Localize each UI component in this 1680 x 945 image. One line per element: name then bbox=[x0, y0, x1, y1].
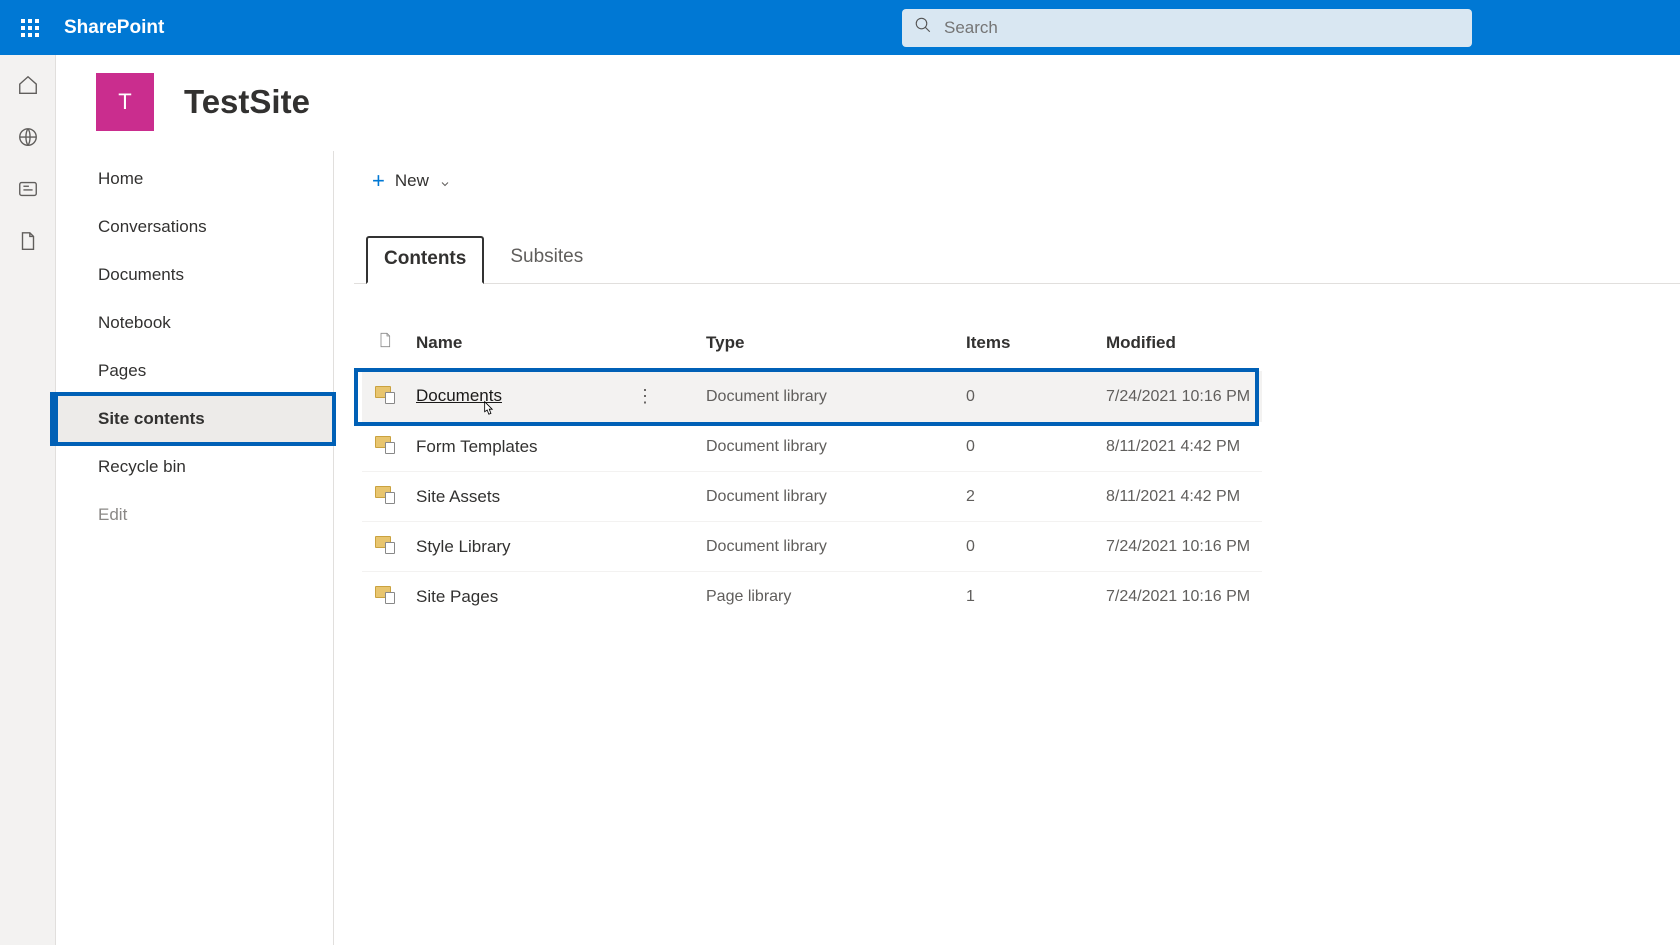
search-icon bbox=[914, 16, 932, 39]
row-items: 0 bbox=[958, 422, 1098, 472]
site-header: T TestSite bbox=[56, 55, 1680, 151]
nav-notebook[interactable]: Notebook bbox=[56, 299, 333, 347]
command-bar: + New bbox=[354, 151, 1680, 211]
library-icon bbox=[375, 584, 395, 604]
search-input[interactable] bbox=[944, 18, 1460, 38]
row-modified: 7/24/2021 10:16 PM bbox=[1098, 572, 1262, 622]
library-icon bbox=[375, 534, 395, 554]
app-rail bbox=[0, 55, 56, 945]
row-name[interactable]: Documents bbox=[416, 386, 502, 405]
row-modified: 8/11/2021 4:42 PM bbox=[1098, 422, 1262, 472]
rail-files-icon[interactable] bbox=[16, 229, 40, 253]
row-items: 0 bbox=[958, 372, 1098, 422]
tab-contents[interactable]: Contents bbox=[366, 236, 484, 284]
row-type: Document library bbox=[698, 372, 958, 422]
brand-label[interactable]: SharePoint bbox=[64, 17, 164, 39]
library-icon bbox=[375, 384, 395, 404]
row-type: Document library bbox=[698, 472, 958, 522]
new-button[interactable]: + New bbox=[372, 168, 451, 194]
app-launcher-button[interactable] bbox=[8, 6, 52, 50]
plus-icon: + bbox=[372, 168, 385, 194]
row-modified: 8/11/2021 4:42 PM bbox=[1098, 472, 1262, 522]
rail-globe-icon[interactable] bbox=[16, 125, 40, 149]
chevron-down-icon bbox=[439, 175, 451, 187]
col-items[interactable]: Items bbox=[958, 320, 1098, 372]
rail-home-icon[interactable] bbox=[16, 73, 40, 97]
col-type[interactable]: Type bbox=[698, 320, 958, 372]
nav-home[interactable]: Home bbox=[56, 155, 333, 203]
row-type: Document library bbox=[698, 522, 958, 572]
app-header: SharePoint bbox=[0, 0, 1680, 55]
nav-documents[interactable]: Documents bbox=[56, 251, 333, 299]
row-items: 2 bbox=[958, 472, 1098, 522]
rail-news-icon[interactable] bbox=[16, 177, 40, 201]
col-name[interactable]: Name bbox=[408, 320, 698, 372]
row-type: Document library bbox=[698, 422, 958, 472]
col-icon bbox=[362, 320, 408, 372]
row-items: 1 bbox=[958, 572, 1098, 622]
library-icon bbox=[375, 484, 395, 504]
tab-subsites[interactable]: Subsites bbox=[494, 236, 599, 284]
tab-strip: Contents Subsites bbox=[354, 235, 1680, 284]
library-icon bbox=[375, 434, 395, 454]
site-avatar: T bbox=[96, 73, 154, 131]
row-menu-button[interactable]: ⋮ bbox=[630, 386, 660, 407]
table-row[interactable]: Site Assets Document library 2 8/11/2021… bbox=[362, 472, 1262, 522]
waffle-icon bbox=[21, 19, 39, 37]
row-items: 0 bbox=[958, 522, 1098, 572]
table-row[interactable]: Style Library Document library 0 7/24/20… bbox=[362, 522, 1262, 572]
nav-conversations[interactable]: Conversations bbox=[56, 203, 333, 251]
new-button-label: New bbox=[395, 171, 429, 191]
file-type-icon bbox=[377, 335, 393, 354]
row-name[interactable]: Site Pages bbox=[416, 587, 498, 606]
row-modified: 7/24/2021 10:16 PM bbox=[1098, 522, 1262, 572]
row-type: Page library bbox=[698, 572, 958, 622]
table-row[interactable]: Site Pages Page library 1 7/24/2021 10:1… bbox=[362, 572, 1262, 622]
nav-site-contents[interactable]: Site contents bbox=[56, 395, 333, 443]
content-table: Name Type Items Modified Documents bbox=[354, 284, 1680, 621]
row-name[interactable]: Site Assets bbox=[416, 487, 500, 506]
table-row[interactable]: Form Templates Document library 0 8/11/2… bbox=[362, 422, 1262, 472]
col-modified[interactable]: Modified bbox=[1098, 320, 1262, 372]
row-name[interactable]: Form Templates bbox=[416, 437, 538, 456]
row-name[interactable]: Style Library bbox=[416, 537, 510, 556]
table-row[interactable]: Documents ⋮ Document library 0 7/24/2021… bbox=[362, 372, 1262, 422]
nav-edit[interactable]: Edit bbox=[56, 491, 333, 539]
search-box[interactable] bbox=[902, 9, 1472, 47]
site-title[interactable]: TestSite bbox=[184, 83, 310, 121]
nav-pages[interactable]: Pages bbox=[56, 347, 333, 395]
nav-recycle-bin[interactable]: Recycle bin bbox=[56, 443, 333, 491]
row-modified: 7/24/2021 10:16 PM bbox=[1098, 372, 1262, 422]
left-nav: Home Conversations Documents Notebook Pa… bbox=[56, 151, 334, 945]
